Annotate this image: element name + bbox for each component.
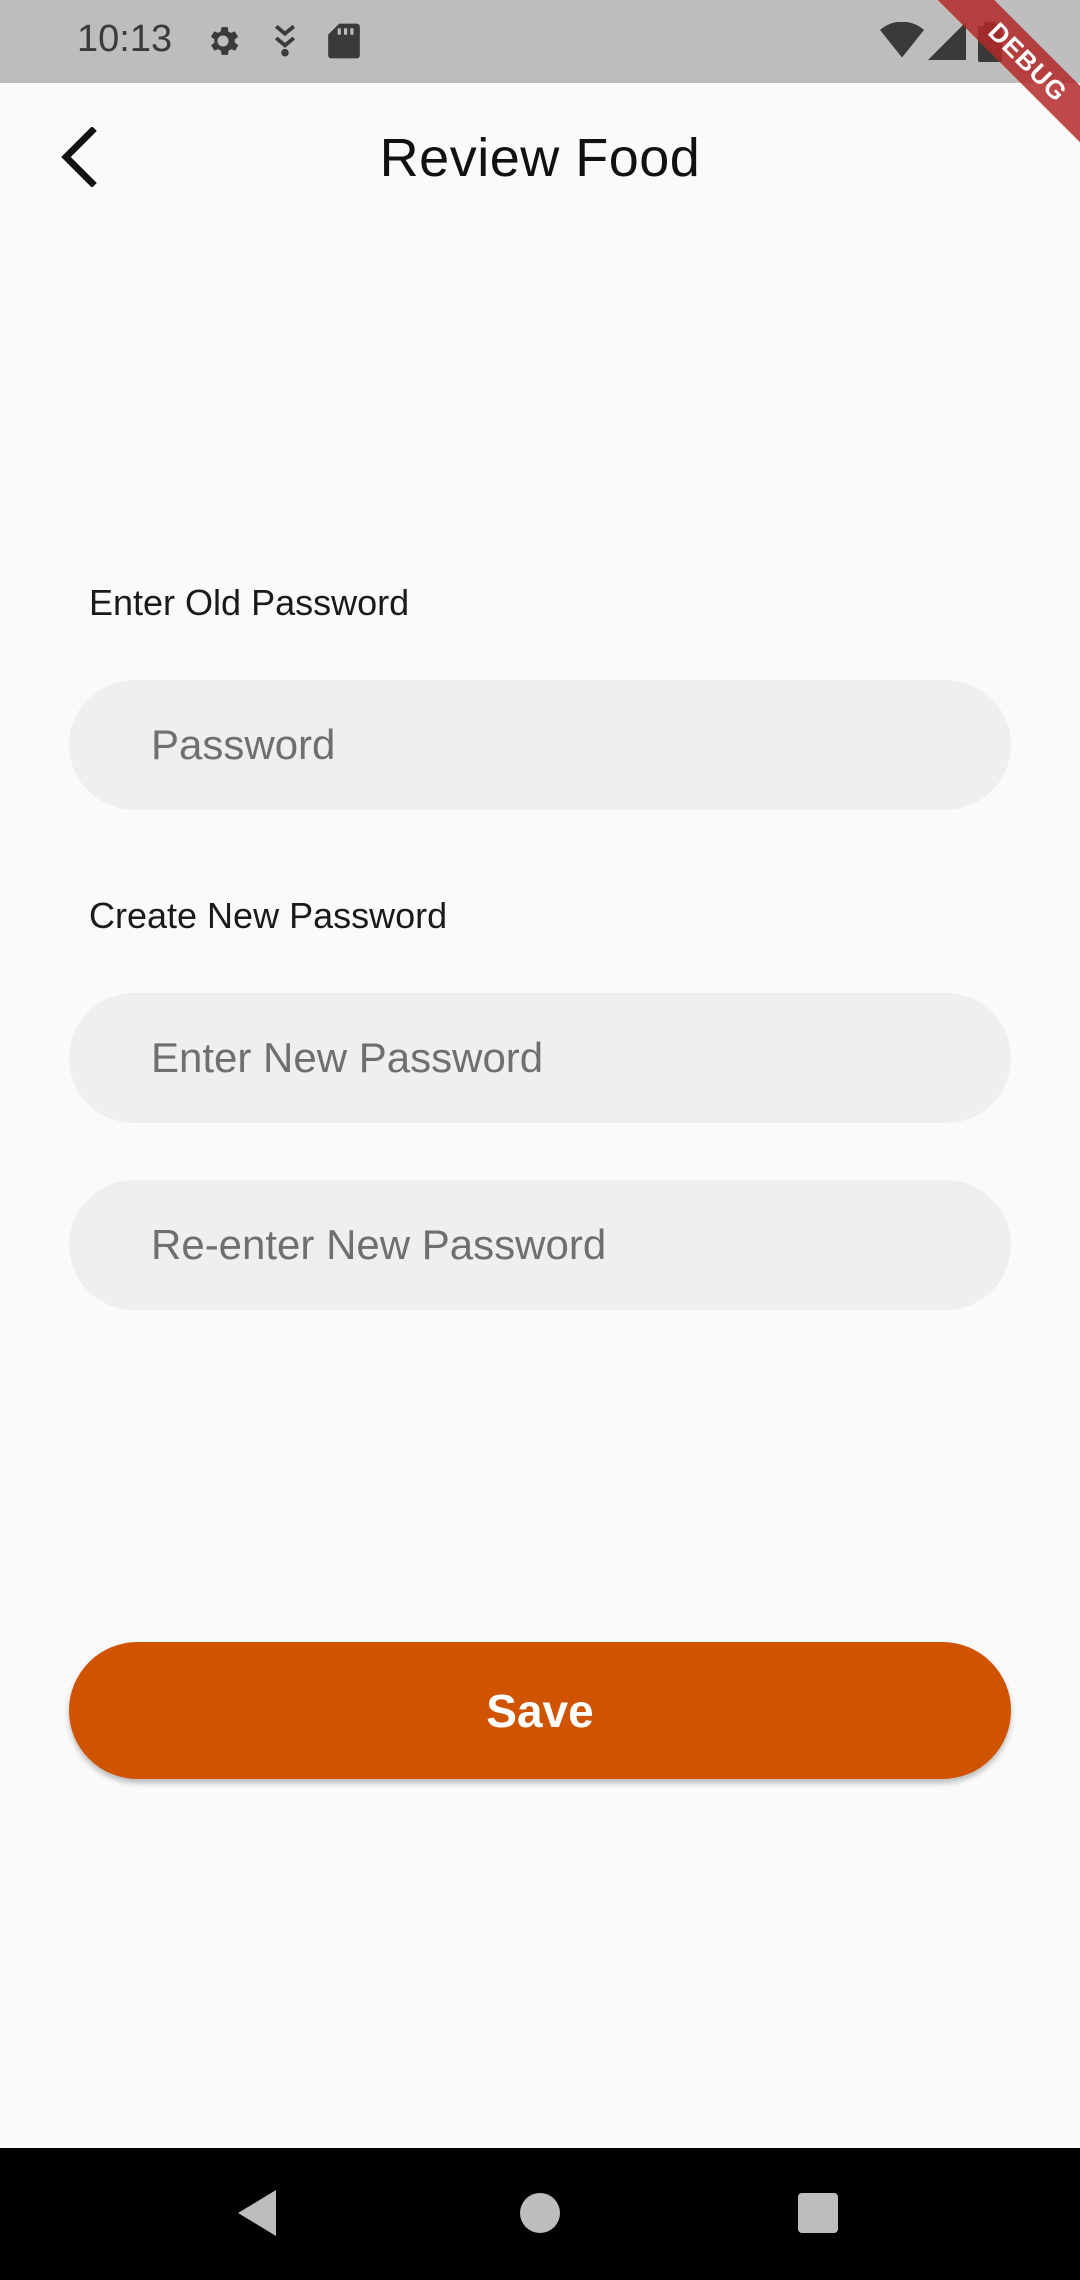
new-password-label: Create New Password <box>89 895 448 936</box>
reenter-password-input[interactable] <box>69 1180 1011 1310</box>
sd-card-icon <box>328 23 360 59</box>
app-bar: Review Food <box>0 83 1080 233</box>
old-password-input[interactable] <box>69 680 1011 810</box>
gear-icon <box>210 27 239 55</box>
save-button[interactable]: Save <box>69 1642 1011 1779</box>
wifi-icon <box>880 22 924 58</box>
nav-recents-icon[interactable] <box>796 2188 840 2238</box>
page-title: Review Food <box>379 128 701 188</box>
new-password-input[interactable] <box>69 993 1011 1123</box>
nav-back-icon[interactable] <box>236 2188 280 2238</box>
old-password-label: Enter Old Password <box>89 582 410 623</box>
system-nav-bar <box>0 2148 1080 2280</box>
signal-icon <box>928 22 966 60</box>
download-icon <box>275 24 295 57</box>
nav-home-icon[interactable] <box>518 2188 562 2238</box>
status-bar: 10:13 <box>0 0 1080 83</box>
status-time: 10:13 <box>77 18 173 60</box>
battery-icon <box>978 22 1002 62</box>
